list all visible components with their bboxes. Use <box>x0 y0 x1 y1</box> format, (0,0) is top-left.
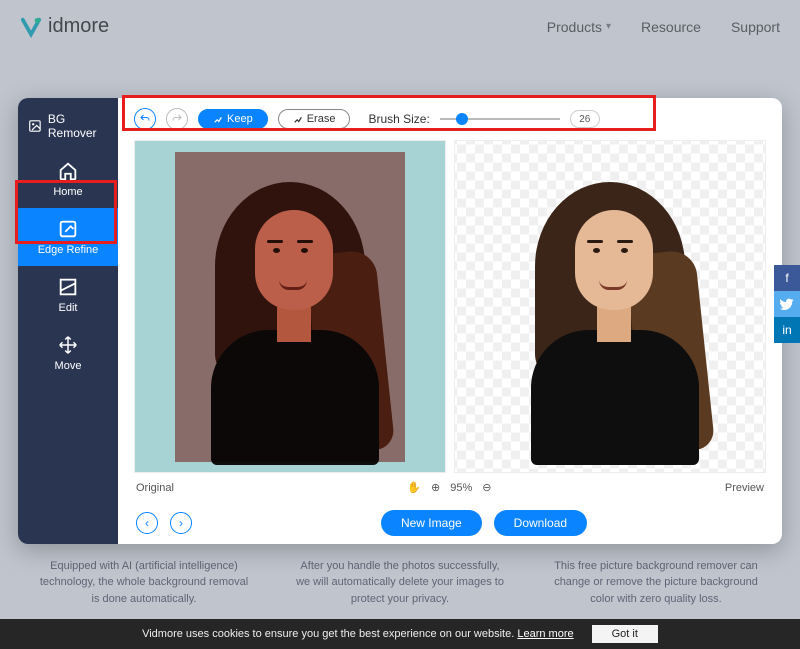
facebook-icon[interactable]: f <box>774 265 800 291</box>
social-float: f in <box>774 265 800 343</box>
slider-thumb[interactable] <box>456 113 468 125</box>
brush-size-label: Brush Size: <box>368 112 429 126</box>
workspace <box>118 140 782 473</box>
sidebar-item-edge-refine[interactable]: Edge Refine <box>18 208 118 266</box>
zoom-out-icon[interactable]: ⊖ <box>482 481 491 494</box>
brush-size-slider[interactable] <box>440 112 560 126</box>
app-title: BG Remover <box>18 106 118 150</box>
status-bar: Original ✋ ⊕ 95% ⊖ Preview <box>118 473 782 502</box>
twitter-icon[interactable] <box>774 291 800 317</box>
sidebar-item-label: Home <box>53 186 82 198</box>
person-cutout <box>495 152 725 462</box>
content-area: Keep Erase Brush Size: 26 <box>118 98 782 544</box>
sidebar-item-home[interactable]: Home <box>18 150 118 208</box>
sidebar: BG Remover Home Edge Refine Edit Move <box>18 98 118 544</box>
preview-pane[interactable] <box>454 140 766 473</box>
redo-icon <box>171 113 183 125</box>
sidebar-item-move[interactable]: Move <box>18 324 118 382</box>
cookie-bar: Vidmore uses cookies to ensure you get t… <box>0 619 800 649</box>
undo-button[interactable] <box>134 108 156 130</box>
cookie-accept-button[interactable]: Got it <box>592 625 658 643</box>
edge-refine-icon <box>57 218 79 240</box>
hand-tool-icon[interactable]: ✋ <box>407 481 421 494</box>
edit-icon <box>57 276 79 298</box>
brush-keep-icon <box>213 114 223 124</box>
person-original <box>175 152 405 462</box>
move-icon <box>57 334 79 356</box>
original-label: Original <box>136 482 174 494</box>
footer-bar: ‹ › New Image Download <box>118 502 782 544</box>
undo-icon <box>139 113 151 125</box>
toolbar: Keep Erase Brush Size: 26 <box>118 98 782 140</box>
image-icon <box>28 118 42 134</box>
cookie-text: Vidmore uses cookies to ensure you get t… <box>142 628 574 640</box>
bg-remover-modal: BG Remover Home Edge Refine Edit Move Ke… <box>18 98 782 544</box>
home-icon <box>57 160 79 182</box>
brush-erase-icon <box>293 114 303 124</box>
keep-button[interactable]: Keep <box>198 109 268 129</box>
sidebar-item-label: Move <box>55 360 82 372</box>
redo-button[interactable] <box>166 108 188 130</box>
zoom-value: 95% <box>450 482 472 494</box>
zoom-in-icon[interactable]: ⊕ <box>431 481 440 494</box>
brush-size-value: 26 <box>570 110 600 128</box>
linkedin-icon[interactable]: in <box>774 317 800 343</box>
sidebar-item-edit[interactable]: Edit <box>18 266 118 324</box>
next-button[interactable]: › <box>170 512 192 534</box>
erase-button[interactable]: Erase <box>278 109 351 129</box>
mask-overlay <box>175 152 405 462</box>
preview-label: Preview <box>725 482 764 494</box>
original-pane[interactable] <box>134 140 446 473</box>
download-button[interactable]: Download <box>494 510 587 536</box>
learn-more-link[interactable]: Learn more <box>517 628 573 640</box>
sidebar-item-label: Edge Refine <box>38 244 99 256</box>
zoom-controls: ✋ ⊕ 95% ⊖ <box>407 481 491 494</box>
prev-button[interactable]: ‹ <box>136 512 158 534</box>
sidebar-item-label: Edit <box>59 302 78 314</box>
new-image-button[interactable]: New Image <box>381 510 482 536</box>
